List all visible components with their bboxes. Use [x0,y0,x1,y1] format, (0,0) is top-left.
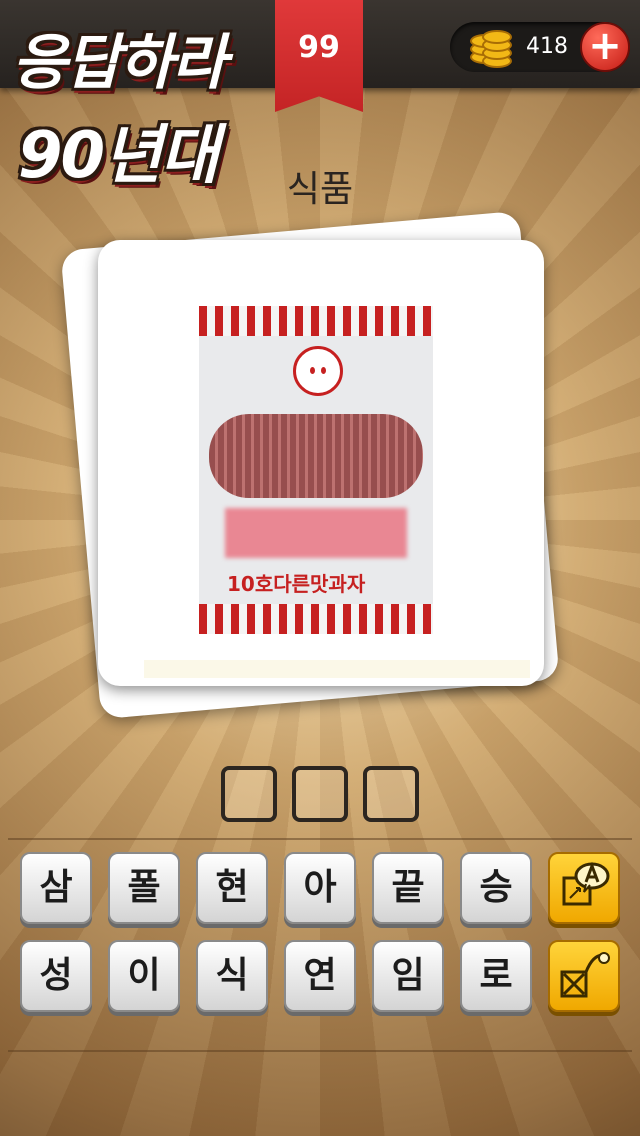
answer-slot-1[interactable] [221,766,277,822]
snack-sticks [209,414,423,498]
remove-letters-icon [560,952,610,998]
letter-key[interactable]: 삼 [20,852,92,924]
level-number: 99 [298,30,340,65]
letter-key[interactable]: 식 [196,940,268,1012]
package-text: 10호다른맛과자 [227,572,366,596]
letter-key[interactable]: 끝 [372,852,444,924]
add-coins-button[interactable]: + [580,22,630,72]
blurred-product-name [225,508,407,558]
letter-key[interactable]: 폴 [108,852,180,924]
reveal-letter-icon [562,861,610,906]
answer-slot-2[interactable] [292,766,348,822]
puzzle-card: 10호다른맛과자 [98,240,544,686]
level-ribbon: 99 [275,0,363,112]
keyboard-bottom-divider [8,1050,632,1052]
reveal-letter-button[interactable] [548,852,620,924]
keyboard-top-divider [8,838,632,840]
letter-key[interactable]: 승 [460,852,532,924]
letter-key[interactable]: 현 [196,852,268,924]
plus-icon: + [588,23,622,69]
package-stripes-top [199,306,433,336]
letter-key[interactable]: 로 [460,940,532,1012]
coin-stack-icon [466,26,512,68]
coin-count: 418 [526,34,568,59]
letter-key[interactable]: 성 [20,940,92,1012]
category-label: 식품 [286,169,354,210]
package-stripes-bottom [199,604,433,634]
logo-line1: 응답하라 [12,28,227,98]
puzzle-image: 10호다른맛과자 [199,306,433,634]
letter-key[interactable]: 임 [372,940,444,1012]
remove-letters-button[interactable] [548,940,620,1012]
letter-key[interactable]: 아 [284,852,356,924]
card-strip [144,660,530,678]
letter-key[interactable]: 이 [108,940,180,1012]
mascot-face-icon [293,346,343,396]
answer-slot-3[interactable] [363,766,419,822]
letter-key[interactable]: 연 [284,940,356,1012]
